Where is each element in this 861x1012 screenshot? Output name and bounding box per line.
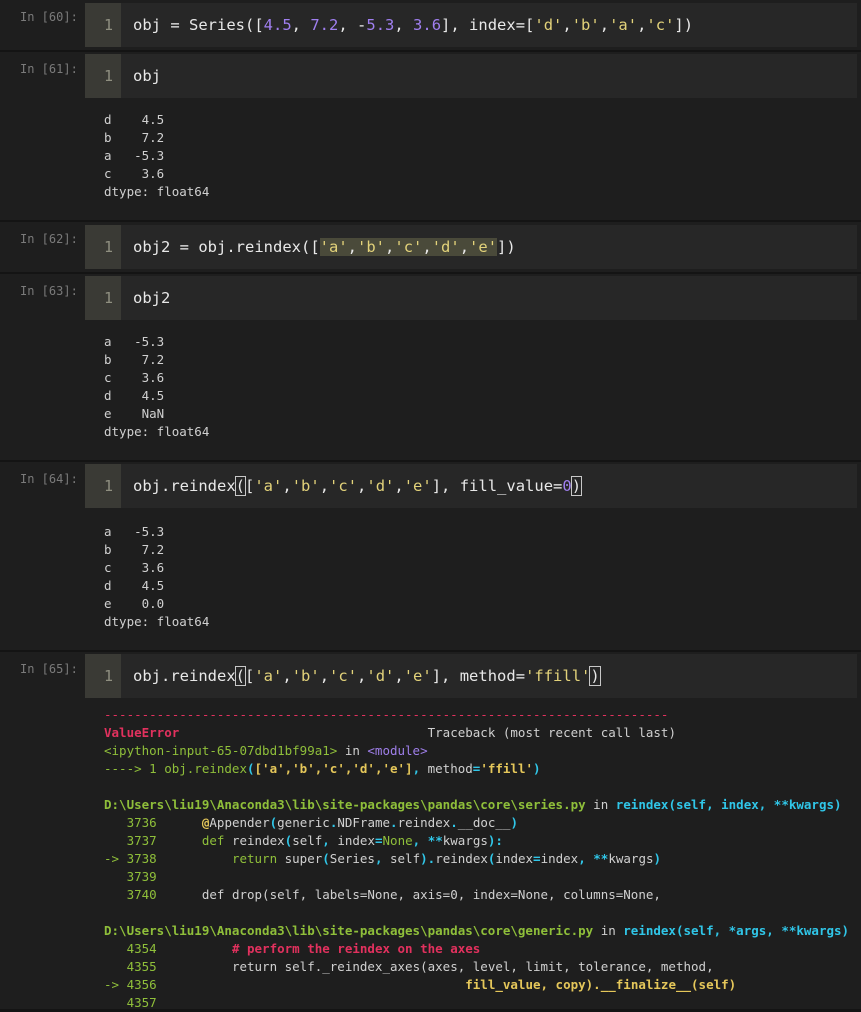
code-input[interactable]: 1 obj2	[85, 276, 857, 320]
cell-prompt: In [61]:	[20, 62, 78, 76]
line-number: 1	[85, 225, 121, 269]
cell-60: In [60]: 1 obj = Series([4.5, 7.2, -5.3,…	[0, 0, 861, 50]
cell-output: d 4.5 b 7.2 a -5.3 c 3.6 dtype: float64	[104, 111, 209, 201]
line-number: 1	[85, 54, 121, 98]
error-type: ValueError	[104, 725, 180, 740]
line-number: 1	[85, 276, 121, 320]
output-line: c 3.6	[104, 166, 165, 181]
code-line: obj.reindex(['a','b','c','d','e'], metho…	[133, 666, 601, 686]
line-number: 1	[85, 654, 121, 698]
output-line: a -5.3	[104, 148, 165, 163]
output-line: d 4.5	[104, 578, 165, 593]
file-path: D:\Users\liu19\Anaconda3\lib\site-packag…	[104, 797, 586, 812]
cell-64: In [64]: 1 obj.reindex(['a','b','c','d',…	[0, 462, 861, 650]
output-line: dtype: float64	[104, 614, 210, 629]
output-line: a -5.3	[104, 334, 165, 349]
code-input[interactable]: 1 obj.reindex(['a','b','c','d','e'], fil…	[85, 464, 857, 508]
output-line: dtype: float64	[104, 424, 210, 439]
output-line: d 4.5	[104, 388, 165, 403]
traceback-header: Traceback (most recent call last)	[427, 725, 676, 740]
output-line: b 7.2	[104, 352, 165, 367]
output-line: b 7.2	[104, 542, 165, 557]
cell-prompt: In [65]:	[20, 662, 78, 676]
input-ref: <ipython-input-65-07dbd1bf99a1>	[104, 743, 338, 758]
code-comment: # perform the reindex on the axes	[231, 941, 481, 956]
code-input[interactable]: 1 obj = Series([4.5, 7.2, -5.3, 3.6], in…	[85, 3, 857, 47]
output-line: e 0.0	[104, 596, 165, 611]
code-line: obj2 = obj.reindex(['a','b','c','d','e']…	[133, 238, 516, 256]
cell-prompt: In [63]:	[20, 284, 78, 298]
output-line: dtype: float64	[104, 184, 210, 199]
code-line: obj = Series([4.5, 7.2, -5.3, 3.6], inde…	[133, 16, 694, 34]
code-line: obj	[133, 67, 161, 85]
traceback-divider: ----------------------------------------…	[104, 707, 669, 722]
output-line: b 7.2	[104, 130, 165, 145]
output-line: e NaN	[104, 406, 165, 421]
output-line: c 3.6	[104, 560, 165, 575]
cell-output: a -5.3 b 7.2 c 3.6 d 4.5 e 0.0 dtype: float64	[104, 523, 209, 631]
code-line: obj.reindex(['a','b','c','d','e'], fill_…	[133, 476, 583, 496]
cell-output: a -5.3 b 7.2 c 3.6 d 4.5 e NaN dtype: float64	[104, 333, 209, 441]
module-ref: <module>	[367, 743, 428, 758]
output-line: c 3.6	[104, 370, 165, 385]
code-input[interactable]: 1 obj2 = obj.reindex(['a','b','c','d','e…	[85, 225, 857, 269]
file-path: D:\Users\liu19\Anaconda3\lib\site-packag…	[104, 923, 594, 938]
line-number: 1	[85, 464, 121, 508]
code-line: obj2	[133, 289, 171, 307]
line-number: 1	[85, 3, 121, 47]
code-input[interactable]: 1 obj.reindex(['a','b','c','d','e'], met…	[85, 654, 857, 698]
cell-prompt: In [62]:	[20, 232, 78, 246]
cell-prompt: In [64]:	[20, 472, 78, 486]
output-line: a -5.3	[104, 524, 165, 539]
cell-65: In [65]: 1 obj.reindex(['a','b','c','d',…	[0, 652, 861, 1010]
cell-prompt: In [60]:	[20, 10, 78, 24]
output-line: d 4.5	[104, 112, 165, 127]
traceback-output: ----------------------------------------…	[104, 707, 850, 1010]
cell-61: In [61]: 1 obj d 4.5 b 7.2 a -5.3 c 3.6 dtyp…	[0, 52, 861, 220]
cell-62: In [62]: 1 obj2 = obj.reindex(['a','b','…	[0, 222, 861, 272]
code-input[interactable]: 1 obj	[85, 54, 857, 98]
cell-63: In [63]: 1 obj2 a -5.3 b 7.2 c 3.6 d 4.5 e N…	[0, 274, 861, 460]
